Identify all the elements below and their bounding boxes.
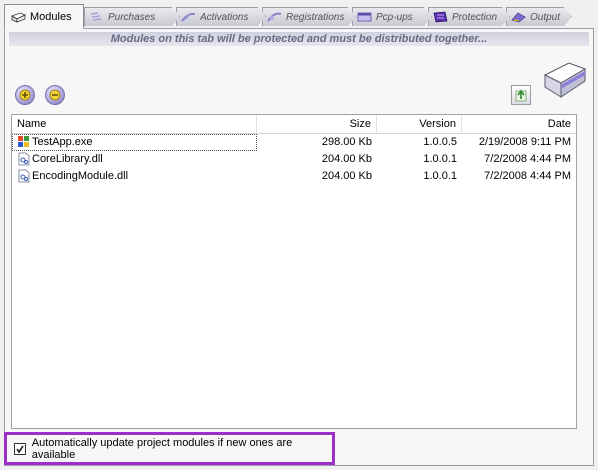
table-row[interactable]: EncodingModule.dll 204.00 Kb 1.0.0.1 7/2… — [12, 168, 576, 185]
add-module-button[interactable] — [15, 85, 35, 105]
tab-output[interactable]: Output — [506, 7, 572, 26]
column-header-size[interactable]: Size — [257, 115, 377, 133]
auto-update-checkbox[interactable] — [14, 442, 26, 455]
file-name: CoreLibrary.dll — [32, 153, 103, 165]
column-header-version[interactable]: Version — [377, 115, 462, 133]
checkmark-icon — [16, 445, 24, 453]
remove-icon — [49, 89, 61, 101]
modules-panel: Modules on this tab will be protected an… — [4, 28, 594, 466]
exe-icon — [18, 136, 29, 148]
tab-modules[interactable]: Modules — [4, 4, 84, 29]
table-row[interactable]: CoreLibrary.dll 204.00 Kb 1.0.0.1 7/2/20… — [12, 151, 576, 168]
file-name: TestApp.exe — [32, 136, 93, 148]
file-date: 2/19/2008 9:11 PM — [478, 136, 571, 148]
dll-icon — [18, 152, 30, 166]
file-size: 298.00 Kb — [321, 136, 372, 148]
dll-icon — [18, 169, 30, 183]
tab-registrations[interactable]: Registrations — [262, 7, 356, 26]
file-version: 1.0.0.5 — [423, 136, 457, 148]
tab-protection[interactable]: Protection — [428, 7, 510, 26]
purchases-icon — [89, 11, 104, 23]
output-icon — [511, 11, 526, 23]
tab-purchases-label: Purchases — [108, 11, 156, 23]
tab-strip: Output Protection Pcp-ups Registrations … — [0, 0, 598, 29]
auto-update-label: Automatically update project modules if … — [31, 436, 293, 461]
file-date: 7/2/2008 4:44 PM — [484, 170, 571, 182]
table-row[interactable]: TestApp.exe 298.00 Kb 1.0.0.5 2/19/2008 … — [12, 134, 576, 151]
tab-protection-label: Protection — [452, 11, 498, 23]
add-icon — [19, 89, 31, 101]
tab-modules-label: Modules — [30, 10, 72, 23]
list-header: Name Size Version Date — [12, 115, 576, 134]
modules-banner: Modules on this tab will be protected an… — [9, 32, 589, 46]
registrations-icon — [267, 11, 282, 23]
auto-update-option[interactable]: Automatically update project modules if … — [4, 432, 335, 465]
modules-icon — [11, 12, 26, 23]
tab-popups[interactable]: Pcp-ups — [352, 7, 432, 26]
file-size: 204.00 Kb — [321, 153, 372, 165]
modules-large-icon — [543, 62, 587, 98]
tab-activations[interactable]: Activations — [176, 7, 266, 26]
modules-list[interactable]: Name Size Version Date TestApp.exe 298.0… — [11, 114, 577, 429]
column-header-name[interactable]: Name — [12, 115, 257, 133]
tab-popups-label: Pcp-ups — [376, 11, 413, 23]
tab-activations-label: Activations — [200, 11, 249, 23]
remove-module-button[interactable] — [45, 85, 65, 105]
file-size: 204.00 Kb — [321, 170, 372, 182]
column-header-date[interactable]: Date — [462, 115, 576, 133]
tab-output-label: Output — [530, 11, 561, 23]
activations-icon — [181, 11, 196, 23]
protection-icon — [433, 11, 448, 23]
tab-purchases[interactable]: Purchases — [84, 7, 180, 26]
file-name: EncodingModule.dll — [32, 170, 129, 182]
upload-icon — [515, 89, 527, 102]
tab-registrations-label: Registrations — [286, 11, 345, 23]
popups-icon — [357, 11, 372, 23]
file-date: 7/2/2008 4:44 PM — [484, 153, 571, 165]
file-version: 1.0.0.1 — [423, 170, 457, 182]
file-version: 1.0.0.1 — [423, 153, 457, 165]
update-module-button[interactable] — [511, 85, 531, 105]
